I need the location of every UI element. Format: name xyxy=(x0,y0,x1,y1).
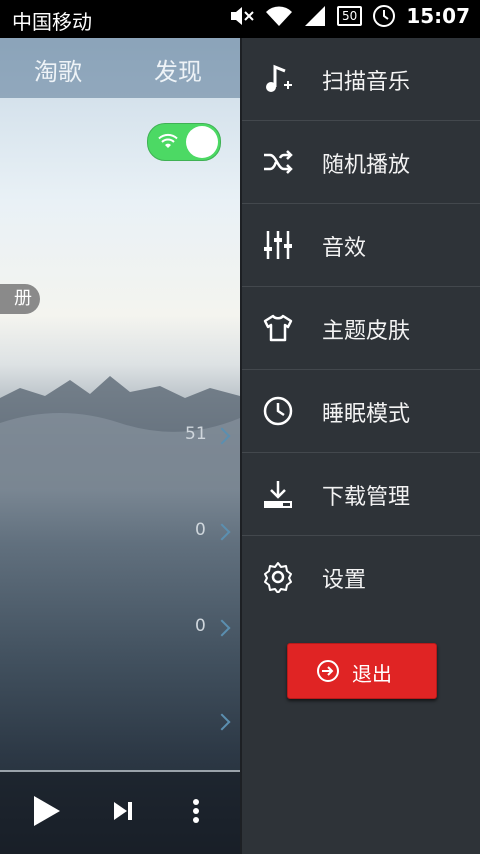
play-icon[interactable] xyxy=(32,794,62,828)
side-drawer: 扫描音乐 随机播放 音效 主题皮肤 睡眠模式 下载管理 设置 退出 xyxy=(240,38,480,854)
wifi-icon xyxy=(158,133,178,148)
exit-label: 退出 xyxy=(352,662,392,686)
wifi-icon xyxy=(266,6,293,26)
carrier-name: 中国移动 xyxy=(12,10,92,34)
gear-icon xyxy=(264,562,292,593)
menu-item-shuffle[interactable]: 随机播放 xyxy=(242,121,480,204)
next-icon[interactable] xyxy=(112,800,134,822)
menu-label: 下载管理 xyxy=(322,485,411,510)
tab-discover[interactable]: 发现 xyxy=(154,52,202,87)
menu-item-settings[interactable]: 设置 xyxy=(242,536,480,618)
mini-player xyxy=(0,772,240,854)
toggle-knob xyxy=(186,126,218,158)
wifi-only-toggle[interactable] xyxy=(147,123,221,161)
tshirt-icon xyxy=(263,314,293,342)
download-icon xyxy=(264,481,292,508)
chevron-right-icon[interactable] xyxy=(213,713,231,731)
mute-icon xyxy=(231,7,254,25)
menu-item-sound-effects[interactable]: 音效 xyxy=(242,204,480,287)
menu-label: 音效 xyxy=(322,236,367,261)
alarm-clock-icon xyxy=(373,5,396,27)
status-time: 15:07 xyxy=(406,4,470,28)
main-page[interactable]: 淘歌 发现 册 51 0 0 xyxy=(0,38,240,854)
top-tabs: 淘歌 发现 xyxy=(0,38,240,98)
chevron-right-icon[interactable] xyxy=(213,619,231,637)
menu-item-download-manager[interactable]: 下载管理 xyxy=(242,453,480,536)
music-note-plus-icon xyxy=(266,64,292,92)
menu-label: 主题皮肤 xyxy=(322,319,411,344)
more-icon[interactable] xyxy=(192,798,200,824)
signal-icon xyxy=(305,6,326,26)
shuffle-icon xyxy=(264,150,293,174)
list-count: 51 xyxy=(185,424,207,444)
menu-label: 随机播放 xyxy=(322,153,411,178)
list-count: 0 xyxy=(195,520,206,540)
equalizer-icon xyxy=(264,231,292,259)
chevron-right-icon[interactable] xyxy=(213,523,231,541)
status-bar: 中国移动 50 15:07 xyxy=(0,0,480,38)
exit-arrow-icon xyxy=(317,660,339,682)
menu-item-sleep-mode[interactable]: 睡眠模式 xyxy=(242,370,480,453)
tab-taoge[interactable]: 淘歌 xyxy=(34,52,82,87)
album-pill[interactable]: 册 xyxy=(0,284,40,314)
menu-item-theme-skin[interactable]: 主题皮肤 xyxy=(242,287,480,370)
list-count: 0 xyxy=(195,616,206,636)
menu-label: 设置 xyxy=(322,568,367,593)
exit-button[interactable]: 退出 xyxy=(287,643,437,699)
clock-icon xyxy=(263,396,293,426)
status-icons: 50 15:07 xyxy=(229,4,470,28)
menu-label: 扫描音乐 xyxy=(322,70,411,95)
menu-label: 睡眠模式 xyxy=(322,402,411,427)
menu-item-scan-music[interactable]: 扫描音乐 xyxy=(242,38,480,121)
battery-icon: 50 xyxy=(337,6,363,26)
